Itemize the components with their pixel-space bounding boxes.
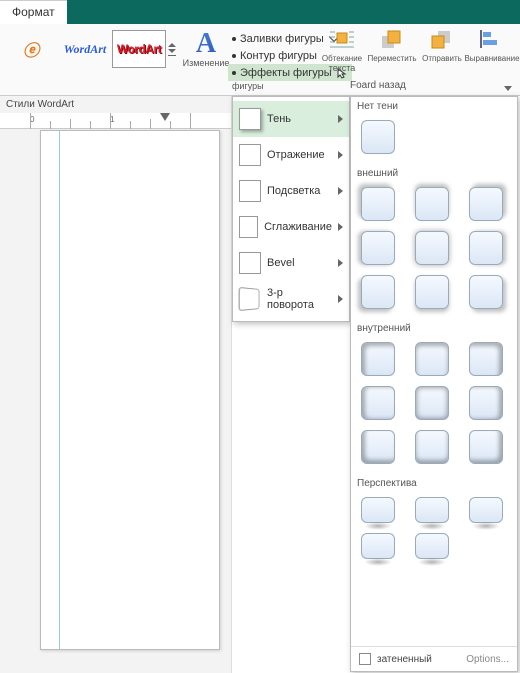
shadow-options-row[interactable]: затененный Options...	[351, 646, 517, 671]
ribbon: ⓔ WordArt WordArt A Изменение Заливки фи…	[0, 24, 520, 96]
inner-shadow-heading: внутренний	[351, 319, 517, 336]
shadow-outer-4[interactable]	[361, 231, 395, 265]
shadow-inner-9[interactable]	[469, 430, 503, 464]
shadow-perspective-1[interactable]	[361, 497, 395, 523]
arrange-group: Обтекание текста Переместить Отправить В…	[318, 28, 516, 73]
shadow-outer-7[interactable]	[361, 275, 395, 309]
bullet-icon	[232, 71, 236, 75]
wrap-text-button[interactable]: Обтекание текста	[318, 28, 366, 73]
submenu-arrow-icon	[338, 115, 343, 123]
document-area: Стили WordArt 0 1	[0, 96, 232, 673]
letter-a-icon: A	[196, 30, 216, 58]
shadow-outer-5[interactable]	[415, 231, 449, 265]
shadow-inner-4[interactable]	[361, 386, 395, 420]
shadow-outer-3[interactable]	[469, 187, 503, 221]
align-icon	[478, 28, 506, 52]
shadow-footer-label: затененный	[377, 654, 432, 665]
wrap-text-icon	[328, 28, 356, 52]
submenu-arrow-icon	[338, 223, 343, 231]
shadow-inner-2[interactable]	[415, 342, 449, 376]
submenu-arrow-icon	[338, 187, 343, 195]
ribbon-overflow-button[interactable]	[504, 86, 512, 91]
fx-softedge-item[interactable]: Сглаживание	[233, 209, 349, 245]
glow-swatch-icon	[239, 180, 261, 202]
shadow-inner-3[interactable]	[469, 342, 503, 376]
wordart-gallery-more[interactable]	[166, 43, 180, 56]
shadow-outer-1[interactable]	[361, 187, 395, 221]
change-wordart-button[interactable]: A Изменение	[188, 30, 224, 68]
shadow-inner-8[interactable]	[415, 430, 449, 464]
outer-shadow-heading: внешний	[351, 164, 517, 181]
wordart-styles-label: Стили WordArt	[0, 96, 231, 113]
wordart-style-2[interactable]: WordArt	[58, 30, 112, 68]
shadow-none[interactable]	[361, 120, 395, 154]
title-bar	[0, 0, 520, 24]
bring-forward-icon	[378, 28, 406, 52]
fx-reflection-item[interactable]: Отражение	[233, 137, 349, 173]
perspective-shadow-heading: Перспектива	[351, 474, 517, 491]
reflection-swatch-icon	[239, 144, 261, 166]
shadow-inner-5[interactable]	[415, 386, 449, 420]
bullet-icon	[232, 54, 236, 58]
shadow-outer-8[interactable]	[415, 275, 449, 309]
no-shadow-heading: Нет тени	[351, 97, 517, 114]
wordart-gallery: ⓔ WordArt WordArt	[0, 24, 184, 74]
checkbox-icon	[359, 653, 371, 665]
wordart-style-3[interactable]: WordArt	[112, 30, 166, 68]
shadow-outer-2[interactable]	[415, 187, 449, 221]
submenu-arrow-icon	[338, 295, 343, 303]
margin-guide	[59, 131, 60, 649]
tab-format[interactable]: Формат	[0, 0, 67, 24]
bevel-swatch-icon	[239, 252, 261, 274]
shadow-outer-6[interactable]	[469, 231, 503, 265]
send-backward-button[interactable]: Отправить	[418, 28, 466, 73]
shadow-swatch-icon	[239, 108, 261, 130]
fx-bevel-item[interactable]: Bevel	[233, 245, 349, 281]
bring-forward-button[interactable]: Переместить	[368, 28, 416, 73]
fx-glow-item[interactable]: Подсветка	[233, 173, 349, 209]
shadow-perspective-2[interactable]	[415, 497, 449, 523]
shadow-gallery: Нет тени внешний внутренний Перспектива	[350, 96, 518, 672]
horizontal-ruler[interactable]: 0 1	[0, 113, 231, 129]
shadow-perspective-3[interactable]	[469, 497, 503, 523]
shape-effects-menu: Тень Отражение Подсветка Сглаживание Bev…	[232, 96, 350, 322]
fx-3drotation-item[interactable]: 3-р поворота	[233, 281, 349, 317]
foard-label: Foard назад	[350, 80, 406, 91]
page[interactable]	[40, 130, 220, 650]
shapes-group-label: фигуры	[228, 81, 352, 91]
submenu-arrow-icon	[338, 151, 343, 159]
shadow-inner-6[interactable]	[469, 386, 503, 420]
bullet-icon	[232, 37, 236, 41]
shadow-inner-7[interactable]	[361, 430, 395, 464]
shadow-perspective-4[interactable]	[361, 533, 395, 559]
rotation3d-swatch-icon	[239, 287, 260, 311]
shadow-perspective-5[interactable]	[415, 533, 449, 559]
fx-shadow-item[interactable]: Тень	[233, 101, 349, 137]
softedge-swatch-icon	[239, 216, 258, 238]
send-backward-icon	[428, 28, 456, 52]
wordart-style-1[interactable]: ⓔ	[4, 30, 58, 68]
shadow-inner-1[interactable]	[361, 342, 395, 376]
submenu-arrow-icon	[338, 259, 343, 267]
shadow-options-link[interactable]: Options...	[466, 654, 509, 665]
ruler-indent-marker[interactable]	[160, 113, 170, 121]
shadow-outer-9[interactable]	[469, 275, 503, 309]
align-button[interactable]: Выравнивание	[468, 28, 516, 73]
